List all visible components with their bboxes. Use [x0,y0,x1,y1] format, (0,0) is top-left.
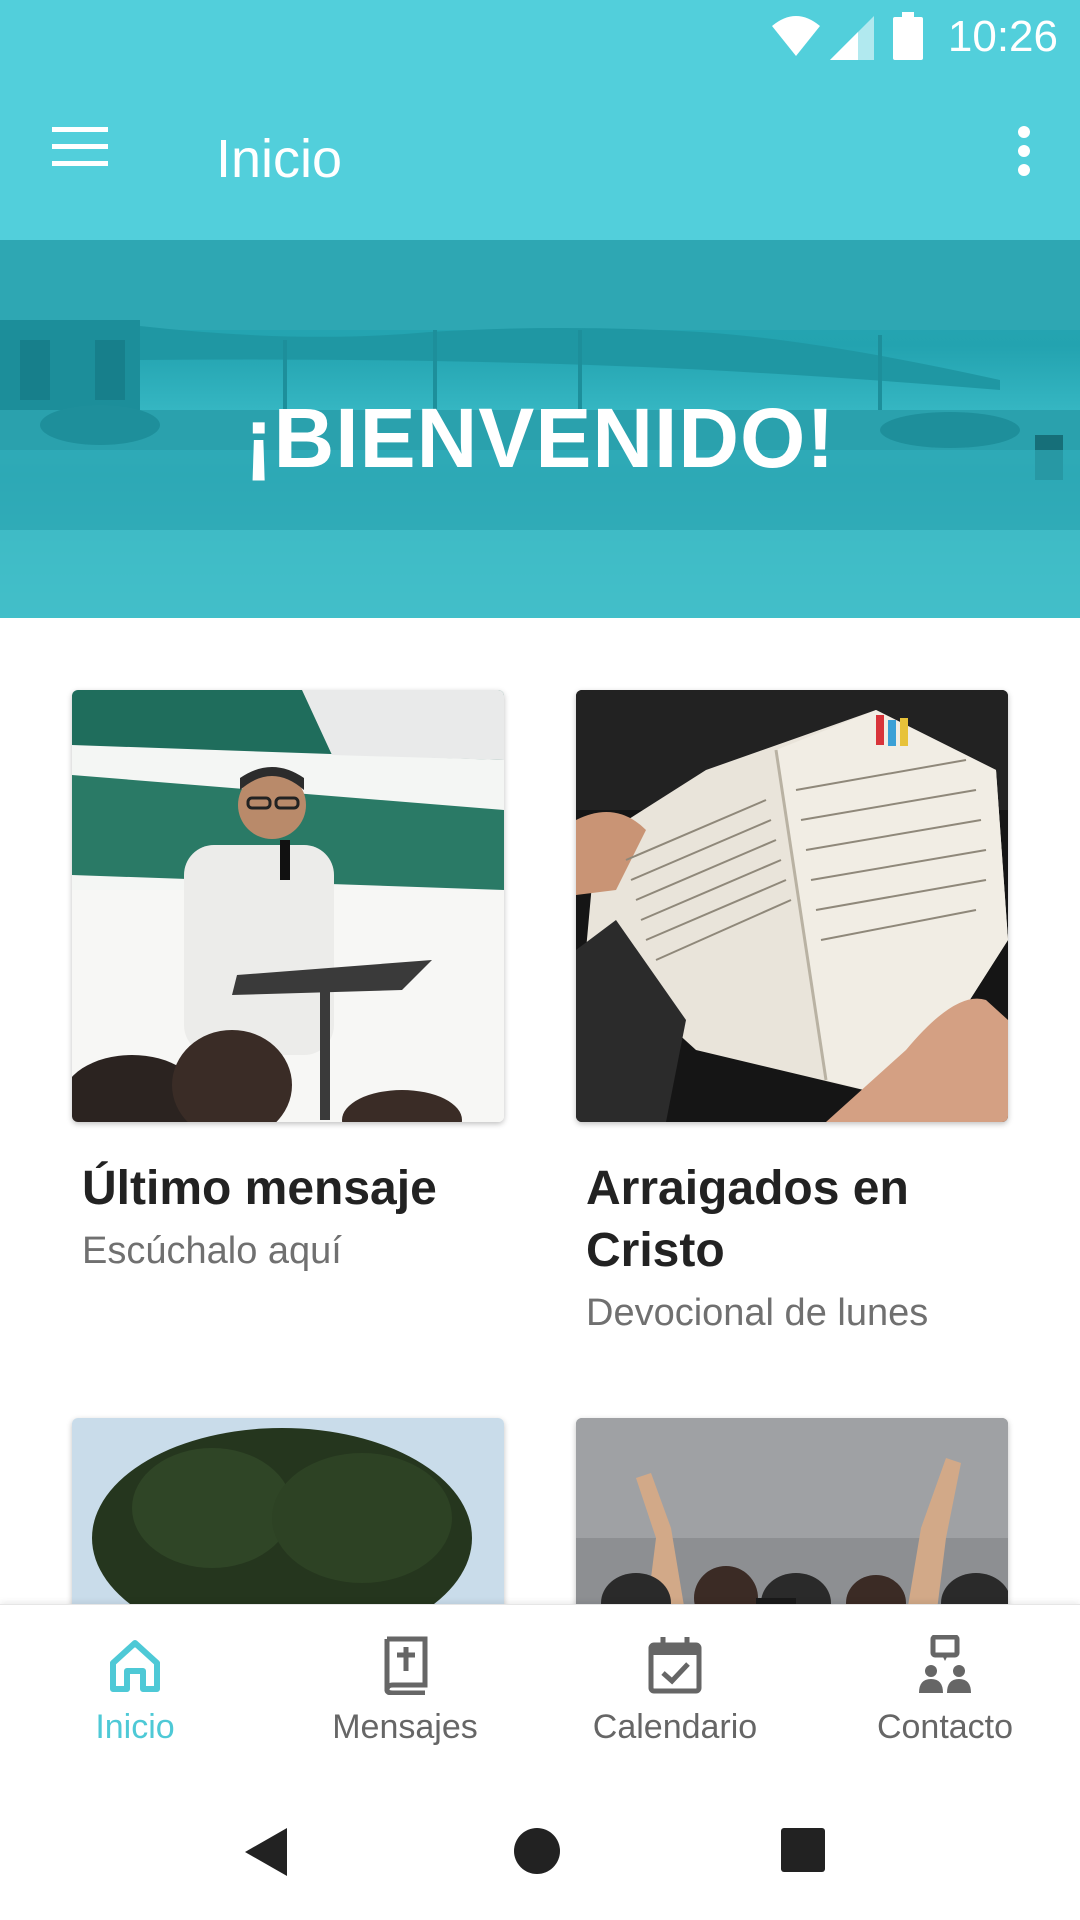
card-image-bible[interactable] [576,690,1008,1122]
card-image-worship[interactable] [576,1418,1008,1618]
nav-item-calendario[interactable]: Calendario [540,1635,810,1747]
home-icon [110,1640,160,1692]
recents-icon[interactable] [779,1826,827,1874]
nav-item-contacto[interactable]: Contacto [810,1634,1080,1747]
nav-label: Inicio [95,1708,175,1746]
card-subtitle: Devocional de lunes [586,1292,929,1334]
card-subtitle: Escúchalo aquí [82,1230,342,1272]
app-bar: Inicio [0,80,1080,240]
system-navigation-bar [0,1784,1080,1920]
wifi-icon [772,16,820,56]
home-button-icon[interactable] [512,1826,562,1876]
page-title: Inicio [216,129,343,189]
card-worship[interactable] [576,1418,1008,1618]
bottom-navigation: Inicio Mensajes Calendario Contacto [0,1604,1080,1785]
card-arraigados[interactable]: Arraigados en Cristo Devocional de lunes [576,690,1008,1338]
status-time: 10:26 [947,12,1058,61]
nav-label: Mensajes [332,1708,478,1746]
welcome-headline: ¡BIENVENIDO! [244,391,836,485]
nav-item-inicio[interactable]: Inicio [0,1635,270,1747]
card-tree[interactable] [72,1418,504,1618]
card-image-tree[interactable] [72,1418,504,1618]
nav-label: Contacto [876,1708,1014,1746]
contact-icon [919,1634,971,1693]
signal-icon [830,16,874,60]
card-latest-message[interactable]: Último mensaje Escúchalo aquí [72,690,504,1276]
bible-icon [384,1636,428,1696]
nav-item-mensajes[interactable]: Mensajes [270,1635,540,1747]
card-title: Arraigados en Cristo [586,1162,909,1277]
card-title: Último mensaje [82,1162,437,1215]
card-image-preacher[interactable] [72,690,504,1122]
calendar-check-icon [648,1637,702,1694]
status-bar: 10:26 [0,0,1080,80]
welcome-banner: ¡BIENVENIDO! [0,240,1080,618]
hamburger-menu-icon[interactable] [52,127,108,167]
back-icon[interactable] [243,1826,289,1878]
battery-icon [893,12,923,60]
more-options-icon[interactable] [1016,126,1032,176]
nav-label: Calendario [592,1708,758,1746]
